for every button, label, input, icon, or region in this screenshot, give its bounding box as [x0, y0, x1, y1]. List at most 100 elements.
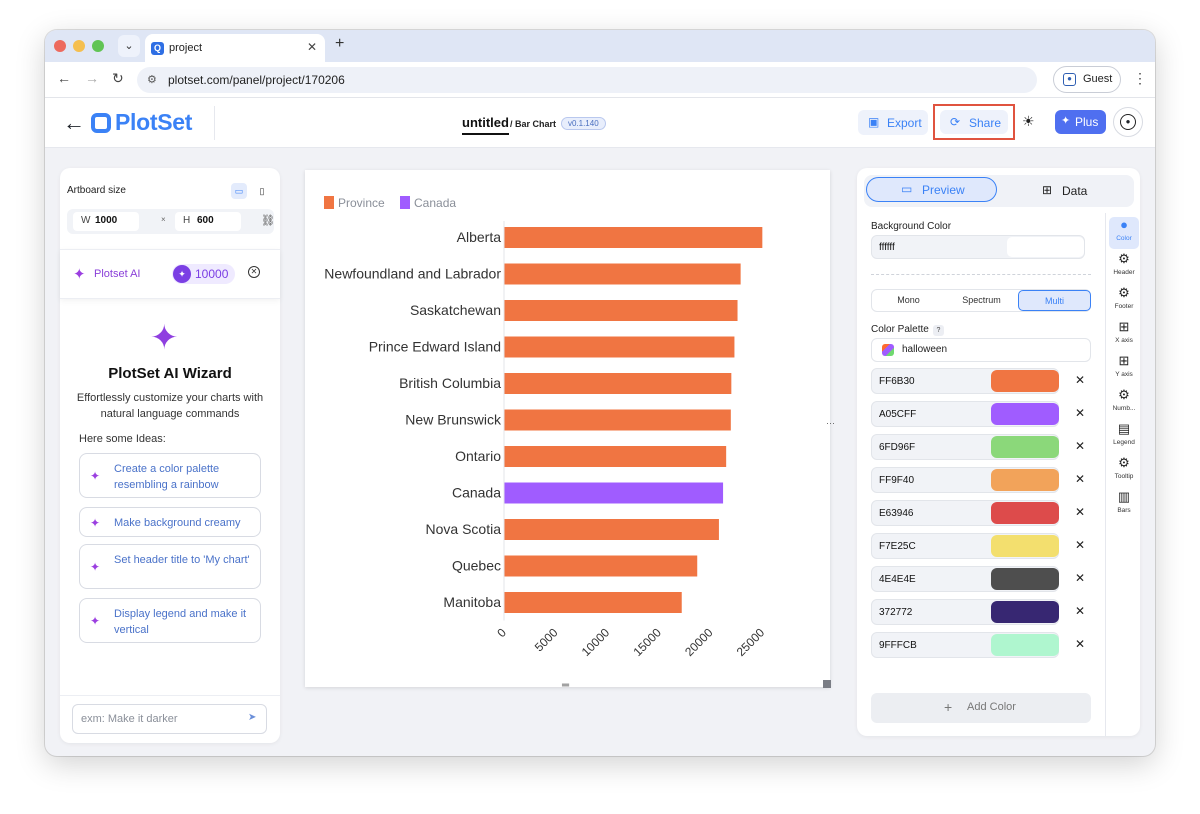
color-swatch[interactable]	[991, 502, 1059, 524]
delete-color-icon[interactable]: ✕	[1075, 505, 1085, 519]
ai-prompt-input[interactable]	[72, 704, 267, 734]
rail-item-x-axis[interactable]: ⊞ X axis	[1109, 319, 1139, 351]
browser-tab[interactable]: Q project ✕	[145, 34, 325, 62]
reload-icon[interactable]: ↻	[112, 70, 124, 87]
color-swatch[interactable]	[991, 436, 1059, 458]
tab-close-icon[interactable]: ✕	[307, 40, 317, 54]
color-hex-field[interactable]: 4E4E4E	[871, 566, 1059, 592]
color-settings: Background Color ffffff Mono Spectrum Mu…	[857, 213, 1105, 736]
mode-spectrum[interactable]: Spectrum	[945, 290, 1018, 311]
width-field[interactable]: W 1000	[73, 212, 139, 231]
rail-item-numb[interactable]: ⚙ Numb...	[1109, 387, 1139, 419]
idea-suggestion[interactable]: ✦ Make background creamy	[79, 507, 261, 537]
color-hex-value: FF9F40	[879, 475, 915, 486]
add-color-button[interactable]: + Add Color	[871, 693, 1091, 723]
color-swatch[interactable]	[991, 535, 1059, 557]
color-swatch[interactable]	[991, 403, 1059, 425]
settings-rail: ● Color ⚙ Header ⚙ Footer ⊞ X axis ⊞ Y axis ⚙ Numb.…	[1105, 213, 1140, 736]
theme-toggle-sun-icon[interactable]: ☀	[1022, 113, 1035, 130]
color-hex-field[interactable]: F7E25C	[871, 533, 1059, 559]
send-icon[interactable]: ➤	[248, 712, 256, 723]
back-arrow-icon[interactable]: ←	[63, 110, 85, 136]
project-name[interactable]: untitled	[462, 115, 509, 135]
color-hex-value: 372772	[879, 607, 913, 618]
data-tree-icon[interactable]: ⊞	[1042, 183, 1052, 197]
footer-gear-icon: ⚙	[1118, 285, 1130, 300]
back-arrow-icon[interactable]: ←	[57, 70, 71, 86]
color-hex-field[interactable]: 372772	[871, 599, 1059, 625]
delete-color-icon[interactable]: ✕	[1075, 571, 1085, 585]
mode-mono[interactable]: Mono	[872, 290, 945, 311]
minimize-window-button[interactable]	[73, 40, 85, 52]
background-color-field[interactable]: ffffff	[871, 235, 1085, 259]
bar	[504, 555, 698, 577]
mode-multi[interactable]: Multi	[1018, 290, 1091, 311]
resize-handle-right-icon[interactable]: ⋯	[826, 418, 835, 429]
guest-profile-button[interactable]: ● Guest	[1053, 66, 1121, 93]
color-hex-field[interactable]: A05CFF	[871, 401, 1059, 427]
aspect-lock-icon[interactable]: ⛓	[261, 214, 275, 227]
export-label: Export	[887, 116, 922, 130]
delete-color-icon[interactable]: ✕	[1075, 439, 1085, 453]
close-window-button[interactable]	[54, 40, 66, 52]
user-icon: ●	[1120, 114, 1136, 130]
resize-handle-bottom-icon[interactable]: ═	[562, 680, 569, 691]
url-field[interactable]: ⚙ plotset.com/panel/project/170206	[137, 67, 1037, 93]
height-field[interactable]: H 600	[175, 212, 241, 231]
idea-suggestion[interactable]: ✦ Display legend and make it vertical	[79, 598, 261, 643]
export-button[interactable]: ▣ Export	[858, 110, 928, 135]
rail-item-tooltip[interactable]: ⚙ Tooltip	[1109, 455, 1139, 487]
tab-search-chevron-icon[interactable]: ⌄	[118, 35, 140, 57]
color-hex-field[interactable]: FF9F40	[871, 467, 1059, 493]
forward-arrow-icon[interactable]: →	[85, 70, 99, 86]
delete-color-icon[interactable]: ✕	[1075, 373, 1085, 387]
rail-item-bars[interactable]: ▥ Bars	[1109, 489, 1139, 521]
palette-select[interactable]: halloween	[871, 338, 1091, 362]
rail-item-legend[interactable]: ▤ Legend	[1109, 421, 1139, 453]
idea-suggestion[interactable]: ✦ Create a color palette resembling a ra…	[79, 453, 261, 498]
color-swatch[interactable]	[991, 469, 1059, 491]
site-settings-icon[interactable]: ⚙	[147, 73, 157, 86]
maximize-window-button[interactable]	[92, 40, 104, 52]
wizard-title: PlotSet AI Wizard	[108, 365, 232, 382]
color-swatch[interactable]	[991, 370, 1059, 392]
tab-data[interactable]: Data	[1062, 184, 1087, 198]
palette-color-row: F7E25C ✕	[871, 533, 1091, 559]
delete-color-icon[interactable]: ✕	[1075, 406, 1085, 420]
rail-item-footer[interactable]: ⚙ Footer	[1109, 285, 1139, 317]
help-icon[interactable]: ?	[933, 325, 944, 336]
share-button[interactable]: ⟳ Share	[940, 110, 1008, 134]
resize-corner-handle[interactable]	[823, 680, 831, 688]
color-swatch[interactable]	[991, 634, 1059, 656]
color-hex-field[interactable]: 9FFFCB	[871, 632, 1059, 658]
rail-item-header[interactable]: ⚙ Header	[1109, 251, 1139, 283]
new-tab-button[interactable]: +	[335, 35, 344, 53]
color-hex-field[interactable]: FF6B30	[871, 368, 1059, 394]
browser-menu-icon[interactable]: ⋮	[1133, 70, 1147, 87]
desktop-icon[interactable]: ▭	[231, 183, 247, 199]
background-color-swatch[interactable]	[1007, 237, 1084, 257]
delete-color-icon[interactable]: ✕	[1075, 604, 1085, 618]
color-swatch[interactable]	[991, 601, 1059, 623]
delete-color-icon[interactable]: ✕	[1075, 472, 1085, 486]
user-account-button[interactable]: ●	[1113, 107, 1143, 137]
presentation-icon: ▭	[901, 182, 913, 196]
rail-item-color[interactable]: ● Color	[1109, 217, 1139, 249]
idea-suggestion[interactable]: ✦ Set header title to 'My chart'	[79, 544, 261, 589]
plus-upgrade-button[interactable]: ✦ Plus	[1055, 110, 1106, 134]
color-hex-field[interactable]: E63946	[871, 500, 1059, 526]
category-label: Newfoundland and Labrador	[324, 266, 501, 282]
mobile-icon[interactable]: ▯	[254, 183, 270, 199]
close-ai-icon[interactable]: ✕	[248, 266, 260, 278]
delete-color-icon[interactable]: ✕	[1075, 637, 1085, 651]
color-hex-field[interactable]: 6FD96F	[871, 434, 1059, 460]
url-text: plotset.com/panel/project/170206	[168, 73, 345, 87]
color-swatch[interactable]	[991, 568, 1059, 590]
rail-item-y-axis[interactable]: ⊞ Y axis	[1109, 353, 1139, 385]
tab-preview[interactable]: ▭ Preview	[866, 177, 997, 202]
chart-artboard[interactable]: Province Canada Alberta Newfoundland and La…	[305, 170, 830, 687]
project-title: untitled/ Bar Chart v0.1.140	[462, 114, 606, 136]
plotset-logo-mark-icon	[91, 113, 111, 133]
color-hex-value: E63946	[879, 508, 914, 519]
delete-color-icon[interactable]: ✕	[1075, 538, 1085, 552]
